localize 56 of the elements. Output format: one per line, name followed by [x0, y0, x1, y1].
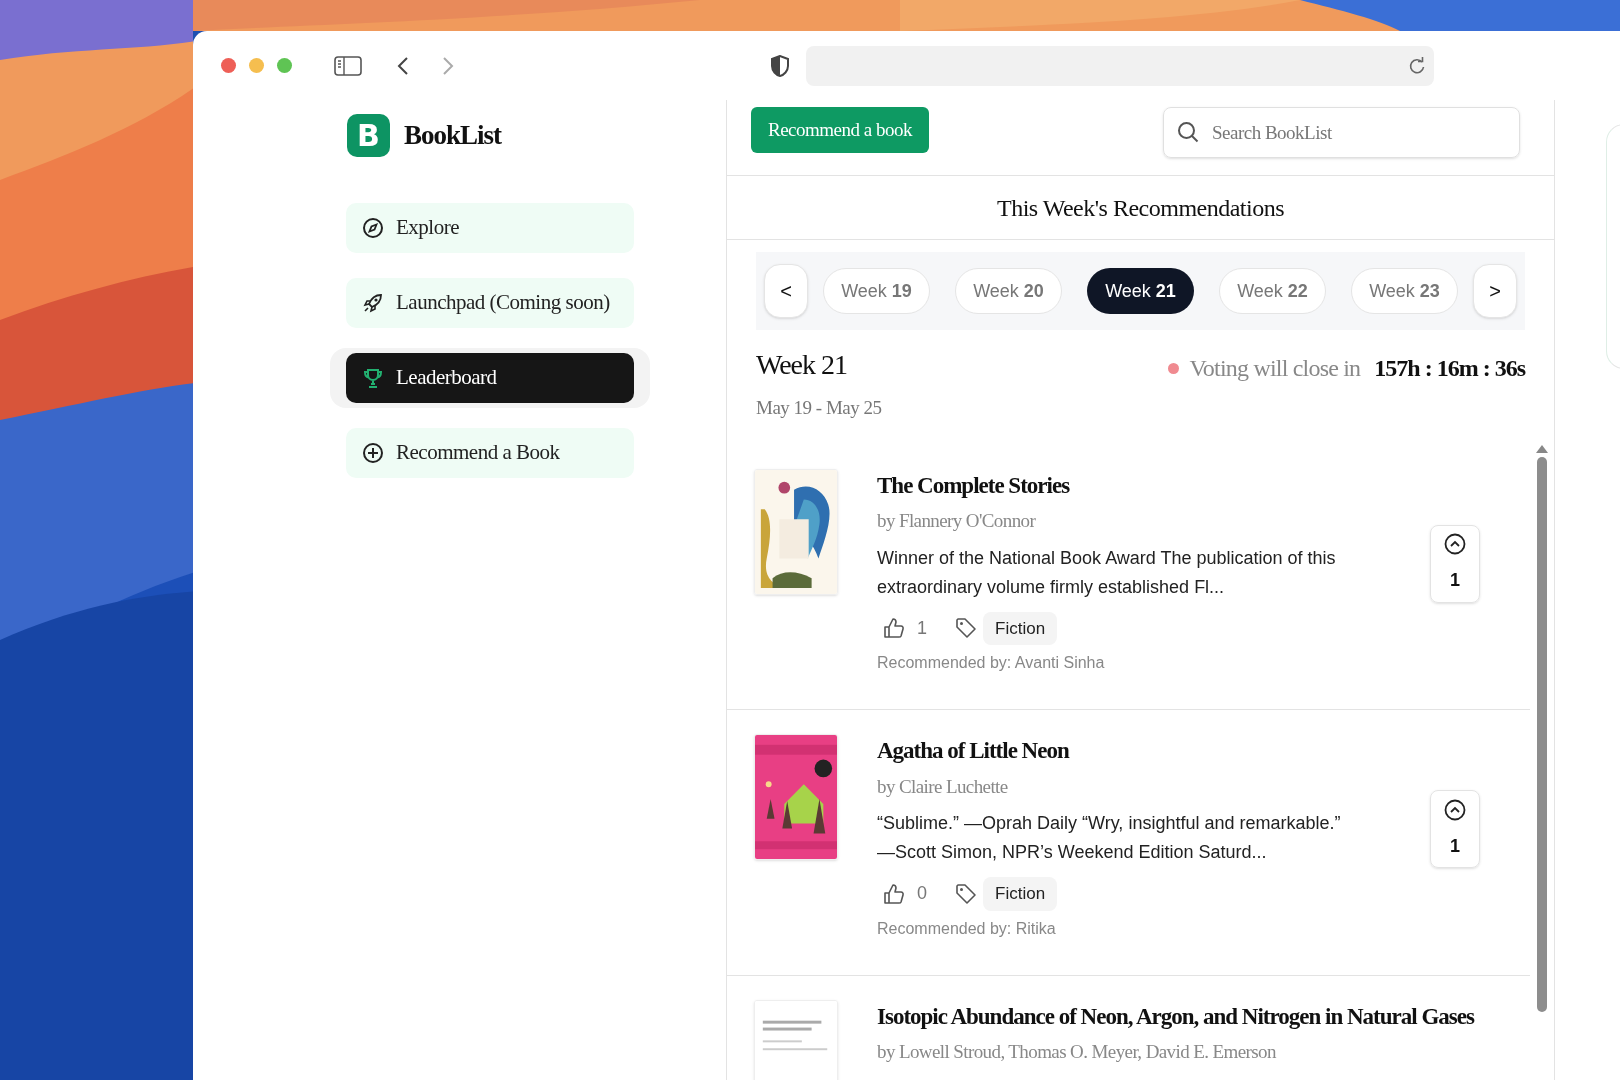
upvote-button[interactable]: 1 — [1430, 524, 1480, 603]
plus-circle-icon — [362, 442, 384, 464]
week-dates: May 19 - May 25 — [756, 396, 882, 420]
logo-icon: B — [347, 114, 390, 157]
recommended-by: Recommended by: Avanti Sinha — [877, 653, 1106, 673]
nav-item[interactable]: Launchpad (Coming soon) — [346, 278, 634, 328]
genre-tag: Fiction — [983, 877, 1058, 911]
reload-icon[interactable] — [1408, 56, 1426, 75]
week-tab[interactable]: Week 19 — [823, 268, 930, 314]
nav-item[interactable]: Leaderboard — [346, 353, 634, 403]
countdown: 157h : 16m : 36s — [1374, 354, 1525, 383]
thumbs-up-icon[interactable] — [883, 882, 905, 905]
logo-text: BookList — [404, 119, 502, 153]
tag-icon — [955, 617, 977, 640]
upvote-button[interactable]: 1 — [1430, 790, 1480, 868]
book-description: “Sublime.” —Oprah Daily “Wry, insightful and remarkable.” —Scott Simon, NPR’s Weekend Edition Saturd... — [877, 812, 1342, 864]
recommend-book-button[interactable]: Recommend a book — [751, 107, 929, 153]
forward-icon[interactable] — [442, 55, 454, 76]
book-title[interactable]: The Complete Stories — [877, 468, 1430, 503]
like-count: 1 — [917, 616, 927, 640]
week-title: Week 21 — [756, 348, 849, 382]
tag-icon — [955, 882, 977, 905]
close-window-button[interactable] — [221, 58, 236, 73]
book-author: by Claire Luchette — [877, 774, 1009, 799]
nav-item[interactable]: Recommend a Book — [346, 428, 634, 478]
search-field[interactable]: Search BookList — [1163, 107, 1520, 158]
compass-icon — [362, 217, 384, 239]
book-title[interactable]: Isotopic Abundance of Neon, Argon, and Nitrogen in Natural Gases — [877, 999, 1480, 1034]
zoom-window-button[interactable] — [277, 58, 292, 73]
sidebar-toggle-icon[interactable] — [334, 55, 362, 76]
book-author: by Flannery O'Connor — [877, 509, 1037, 533]
book-author: by Lowell Stroud, Thomas O. Meyer, David E. Emerson — [877, 1040, 1277, 1064]
trophy-icon — [362, 367, 384, 389]
like-count: 0 — [917, 882, 927, 906]
section-title: This Week's Recommendations — [996, 193, 1285, 223]
week-tab[interactable]: Week 22 — [1219, 268, 1326, 314]
week-tab[interactable]: Week 20 — [955, 268, 1062, 314]
back-icon[interactable] — [397, 55, 409, 76]
previous-week-button[interactable]: < — [764, 264, 808, 318]
next-week-button[interactable]: > — [1473, 264, 1517, 318]
book-title[interactable]: Agatha of Little Neon — [877, 734, 1430, 769]
shield-icon[interactable] — [770, 54, 790, 77]
nav-item[interactable]: Explore — [346, 203, 634, 253]
genre-tag: Fiction — [983, 611, 1058, 645]
voting-label: Voting will close in — [1189, 354, 1361, 383]
chevron-up-circle-icon — [1444, 798, 1466, 821]
week-tab[interactable]: Week 21 — [1087, 268, 1194, 314]
recommended-by: Recommended by: Ritika — [877, 918, 1057, 939]
rocket-icon — [362, 292, 384, 314]
chevron-up-circle-icon — [1444, 533, 1466, 555]
search-icon — [1177, 121, 1199, 143]
book-description: Winner of the National Book Award The publication of this extraordinary volume firmly established Fl... — [877, 546, 1337, 599]
scrollbar-thumb[interactable] — [1537, 456, 1547, 1012]
thumbs-up-icon[interactable] — [883, 617, 905, 640]
week-tab[interactable]: Week 23 — [1351, 268, 1458, 314]
scroll-up-icon[interactable] — [1536, 444, 1548, 453]
